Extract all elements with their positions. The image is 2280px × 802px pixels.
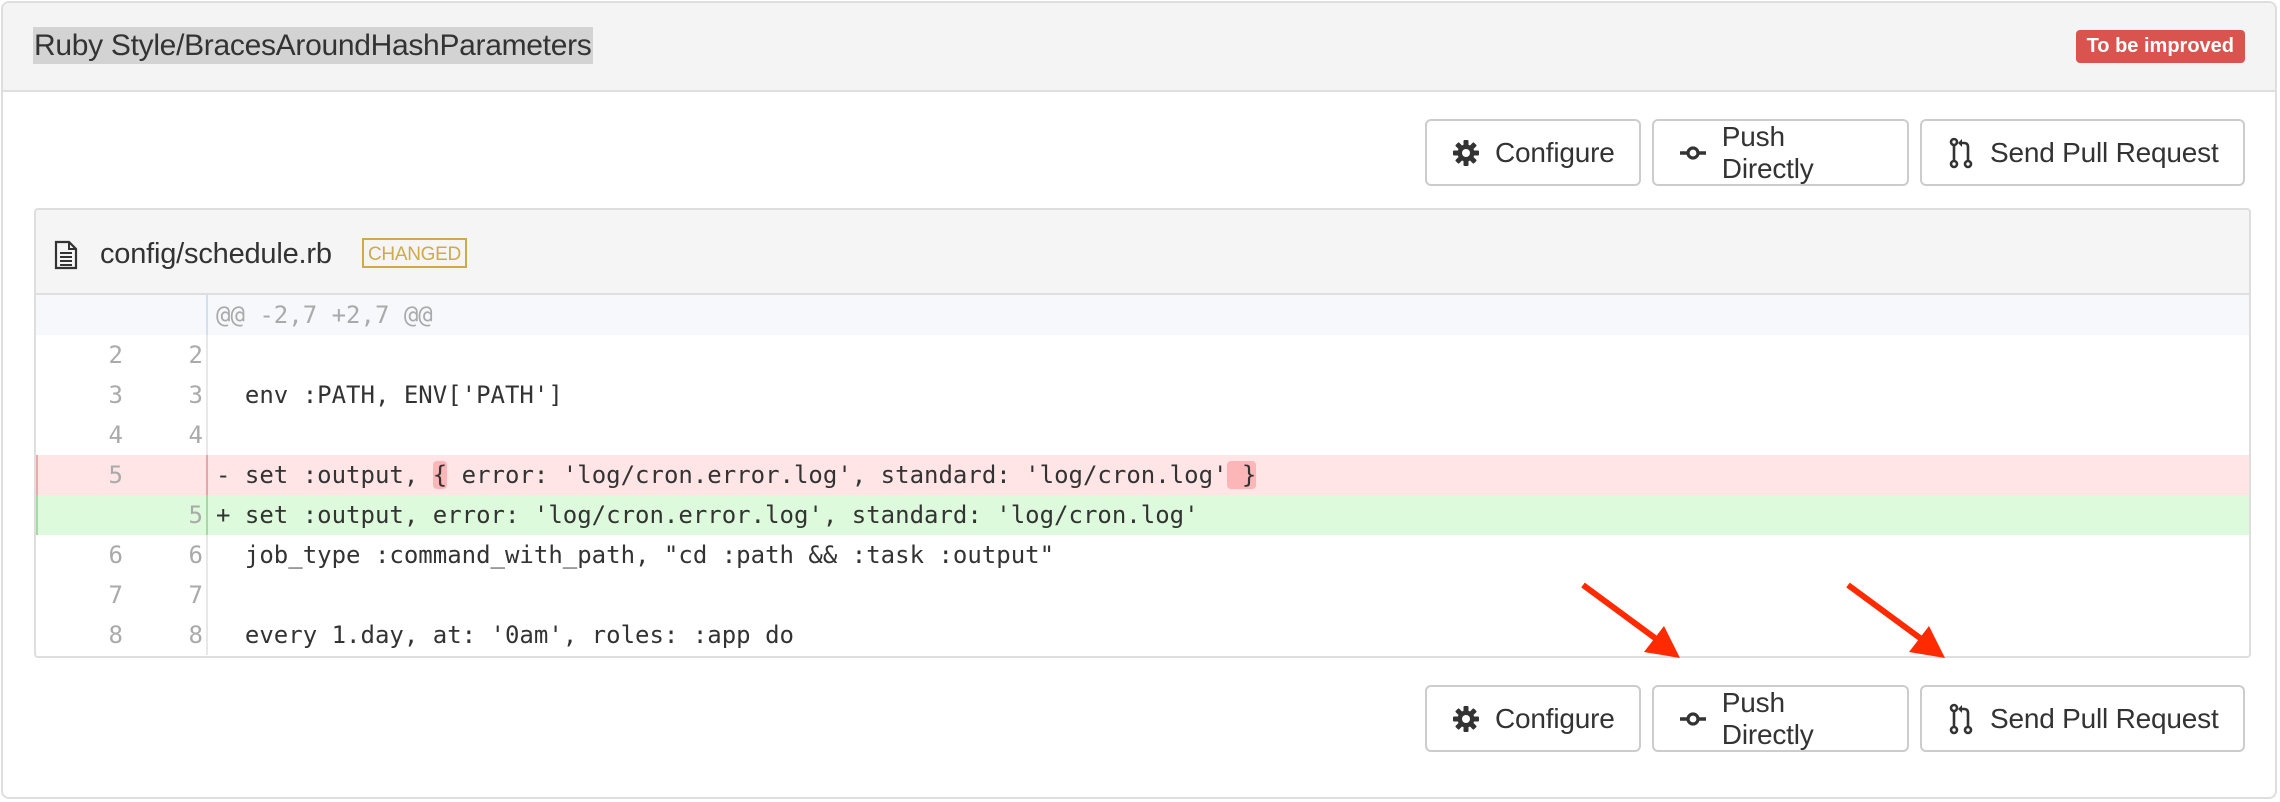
top-action-bar: Configure Push Directly Send Pull Reques… — [1425, 119, 2245, 186]
new-line-number[interactable] — [123, 455, 208, 495]
file-header: config/schedule.rb CHANGED — [36, 210, 2249, 295]
git-pull-request-icon — [1946, 703, 1976, 734]
send-pull-request-button-top[interactable]: Send Pull Request — [1920, 119, 2245, 186]
changed-tag: CHANGED — [362, 238, 467, 268]
diff-line-addition: 5 + set :output, error: 'log/cron.error.… — [36, 495, 2249, 535]
gear-icon — [1451, 138, 1481, 168]
file-name[interactable]: config/schedule.rb — [100, 236, 332, 272]
git-commit-icon — [1678, 138, 1708, 168]
code-line: env :PATH, ENV['PATH'] — [216, 381, 563, 409]
git-pull-request-icon — [1946, 137, 1976, 168]
new-line-number[interactable]: 3 — [123, 375, 208, 415]
old-line-number[interactable]: 7 — [36, 575, 123, 615]
code-segment: error: 'log/cron.error.log', standard: '… — [447, 461, 1228, 489]
push-directly-button-bottom[interactable]: Push Directly — [1652, 685, 1909, 752]
push-directly-label: Push Directly — [1721, 120, 1814, 184]
push-directly-label: Push Directly — [1721, 686, 1814, 750]
configure-label: Configure — [1495, 136, 1615, 168]
send-pull-request-label: Send Pull Request — [1990, 702, 2219, 734]
diff-table: @@ -2,7 +2,7 @@ 2 2 3 3 env :PATH, ENV['… — [36, 295, 2249, 655]
bottom-action-bar: Configure Push Directly Send Pull Reques… — [1425, 685, 2245, 752]
new-line-number[interactable]: 7 — [123, 575, 208, 615]
git-commit-icon — [1678, 704, 1708, 734]
old-line-number — [36, 295, 123, 335]
diff-line-context: 2 2 — [36, 335, 2249, 375]
configure-button-top[interactable]: Configure — [1425, 119, 1641, 186]
diff-line-context: 3 3 env :PATH, ENV['PATH'] — [36, 375, 2249, 415]
rule-header: Ruby Style/BracesAroundHashParameters To… — [3, 3, 2275, 92]
file-diff-panel: config/schedule.rb CHANGED @@ -2,7 +2,7 … — [34, 208, 2251, 658]
code-line: + set :output, error: 'log/cron.error.lo… — [216, 501, 1199, 529]
old-line-number[interactable]: 2 — [36, 335, 123, 375]
configure-label: Configure — [1495, 702, 1615, 734]
old-line-number[interactable] — [38, 495, 123, 535]
hunk-header: @@ -2,7 +2,7 @@ — [216, 301, 433, 329]
code-line: every 1.day, at: '0am', roles: :app do — [216, 621, 794, 649]
old-line-number[interactable]: 8 — [36, 615, 123, 655]
old-line-number[interactable]: 3 — [36, 375, 123, 415]
code-segment: - set :output, — [216, 461, 433, 489]
send-pull-request-label: Send Pull Request — [1990, 136, 2219, 168]
hunk-header-row: @@ -2,7 +2,7 @@ — [36, 295, 2249, 335]
status-badge: To be improved — [2075, 30, 2245, 63]
file-text-icon — [54, 240, 80, 270]
new-line-number[interactable]: 8 — [123, 615, 208, 655]
gear-icon — [1451, 704, 1481, 734]
removed-brace-highlight: { — [432, 461, 448, 489]
send-pull-request-button-bottom[interactable]: Send Pull Request — [1920, 685, 2245, 752]
old-line-number[interactable]: 6 — [36, 535, 123, 575]
new-line-number[interactable]: 6 — [123, 535, 208, 575]
new-line-number[interactable]: 5 — [123, 495, 208, 535]
new-line-number[interactable]: 2 — [123, 335, 208, 375]
new-line-number[interactable]: 4 — [123, 415, 208, 455]
diff-line-context: 8 8 every 1.day, at: '0am', roles: :app … — [36, 615, 2249, 655]
diff-line-context: 6 6 job_type :command_with_path, "cd :pa… — [36, 535, 2249, 575]
diff-line-context: 4 4 — [36, 415, 2249, 455]
diff-line-context: 7 7 — [36, 575, 2249, 615]
configure-button-bottom[interactable]: Configure — [1425, 685, 1641, 752]
code-line: job_type :command_with_path, "cd :path &… — [216, 541, 1055, 569]
push-directly-button-top[interactable]: Push Directly — [1652, 119, 1909, 186]
old-line-number[interactable]: 5 — [38, 455, 123, 495]
rule-title: Ruby Style/BracesAroundHashParameters — [33, 27, 593, 64]
old-line-number[interactable]: 4 — [36, 415, 123, 455]
removed-brace-highlight: } — [1227, 461, 1257, 489]
new-line-number — [123, 295, 208, 335]
diff-line-deletion: 5 - set :output, { error: 'log/cron.erro… — [36, 455, 2249, 495]
code-line: - set :output, { error: 'log/cron.error.… — [208, 455, 2249, 495]
rule-panel: Ruby Style/BracesAroundHashParameters To… — [1, 1, 2277, 799]
